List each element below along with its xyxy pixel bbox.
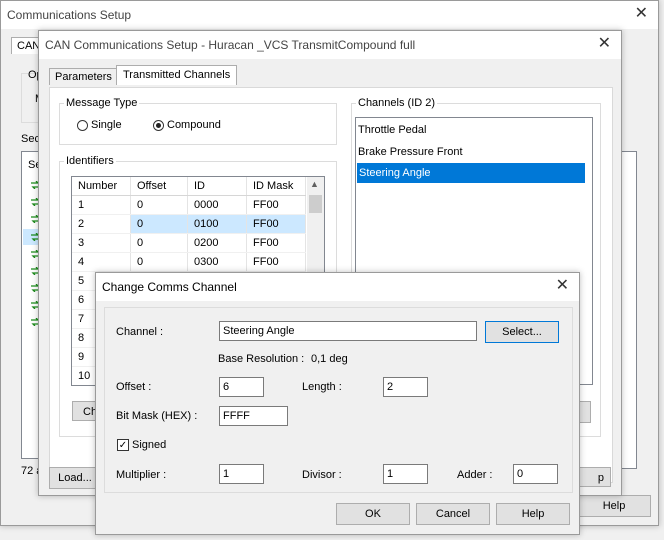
table-row[interactable]: 1 0 0000 FF00 [72, 195, 306, 215]
select-channel-button[interactable]: Select... [485, 321, 559, 343]
offset-label: Offset : [116, 381, 152, 393]
cell-number: 1 [72, 195, 131, 215]
identifiers-label: Identifiers [64, 155, 116, 167]
compound-radio[interactable] [153, 120, 164, 131]
comms-help-button[interactable]: Help [577, 495, 651, 517]
col-offset[interactable]: Offset [130, 177, 188, 196]
message-type-label: Message Type [64, 97, 140, 109]
signed-label: Signed [132, 439, 167, 451]
single-radio[interactable] [77, 120, 88, 131]
channel-label: Channel : [116, 326, 164, 338]
adder-label: Adder : [457, 469, 493, 481]
single-label: Single [91, 119, 122, 131]
col-id[interactable]: ID [187, 177, 247, 196]
divisor-label: Divisor : [302, 469, 342, 481]
cell-mask: FF00 [246, 252, 306, 272]
cell-number: 3 [72, 233, 131, 253]
identifiers-header-row: Number Offset ID ID Mask [72, 177, 306, 196]
col-number[interactable]: Number [72, 177, 131, 196]
can-title: CAN Communications Setup - Huracan _VCS … [45, 38, 416, 52]
bitmask-field[interactable]: FFFF [219, 406, 288, 426]
col-id-mask[interactable]: ID Mask [246, 177, 306, 196]
tab-parameters[interactable]: Parameters [49, 68, 118, 85]
cancel-button[interactable]: Cancel [416, 503, 490, 525]
adder-field[interactable]: 0 [513, 464, 558, 484]
table-row[interactable]: 3 0 0200 FF00 [72, 233, 306, 253]
dialog-titlebar: Change Comms Channel ✕ [96, 273, 579, 301]
base-resolution-label: Base Resolution : [218, 353, 305, 365]
base-resolution-value: 0,1 deg [311, 353, 348, 365]
scroll-up-icon[interactable]: ▲ [310, 179, 319, 189]
comms-titlebar: Communications Setup ✕ [1, 1, 658, 29]
tab-transmitted-channels[interactable]: Transmitted Channels [116, 65, 238, 85]
cell-mask: FF00 [246, 214, 306, 234]
bitmask-label: Bit Mask (HEX) : [116, 410, 198, 422]
signed-checkbox[interactable]: ✓ [117, 439, 129, 451]
cell-offset: 0 [130, 195, 188, 215]
close-icon[interactable]: ✕ [635, 5, 648, 23]
cell-number: 2 [72, 214, 131, 234]
cell-number: 4 [72, 252, 131, 272]
comms-title: Communications Setup [7, 8, 132, 22]
list-item[interactable]: Brake Pressure Front [358, 146, 463, 158]
cell-id: 0100 [187, 214, 247, 234]
change-comms-channel-dialog: Change Comms Channel ✕ Channel : Steerin… [95, 272, 580, 535]
compound-label: Compound [167, 119, 221, 131]
offset-field[interactable]: 6 [219, 377, 264, 397]
cell-mask: FF00 [246, 233, 306, 253]
cell-offset: 0 [130, 252, 188, 272]
list-item[interactable]: Throttle Pedal [358, 124, 426, 136]
scroll-thumb[interactable] [309, 195, 322, 213]
length-field[interactable]: 2 [383, 377, 428, 397]
dialog-title: Change Comms Channel [102, 280, 237, 294]
close-icon[interactable]: ✕ [598, 35, 611, 53]
channels-label: Channels (ID 2) [356, 97, 438, 109]
list-item-selected[interactable]: Steering Angle [357, 163, 585, 183]
ok-button[interactable]: OK [336, 503, 410, 525]
table-row-selected[interactable]: 2 0 0100 FF00 [72, 214, 306, 234]
channel-field[interactable]: Steering Angle [219, 321, 477, 341]
cell-mask: FF00 [246, 195, 306, 215]
cell-offset: 0 [130, 214, 188, 234]
multiplier-field[interactable]: 1 [219, 464, 264, 484]
help-button[interactable]: Help [496, 503, 570, 525]
cell-id: 0000 [187, 195, 247, 215]
can-titlebar: CAN Communications Setup - Huracan _VCS … [39, 31, 621, 59]
multiplier-label: Multiplier : [116, 469, 167, 481]
cell-id: 0200 [187, 233, 247, 253]
cell-offset: 0 [130, 233, 188, 253]
load-button[interactable]: Load... [49, 467, 101, 489]
length-label: Length : [302, 381, 342, 393]
divisor-field[interactable]: 1 [383, 464, 428, 484]
table-row[interactable]: 4 0 0300 FF00 [72, 252, 306, 272]
close-icon[interactable]: ✕ [556, 277, 569, 295]
cell-id: 0300 [187, 252, 247, 272]
